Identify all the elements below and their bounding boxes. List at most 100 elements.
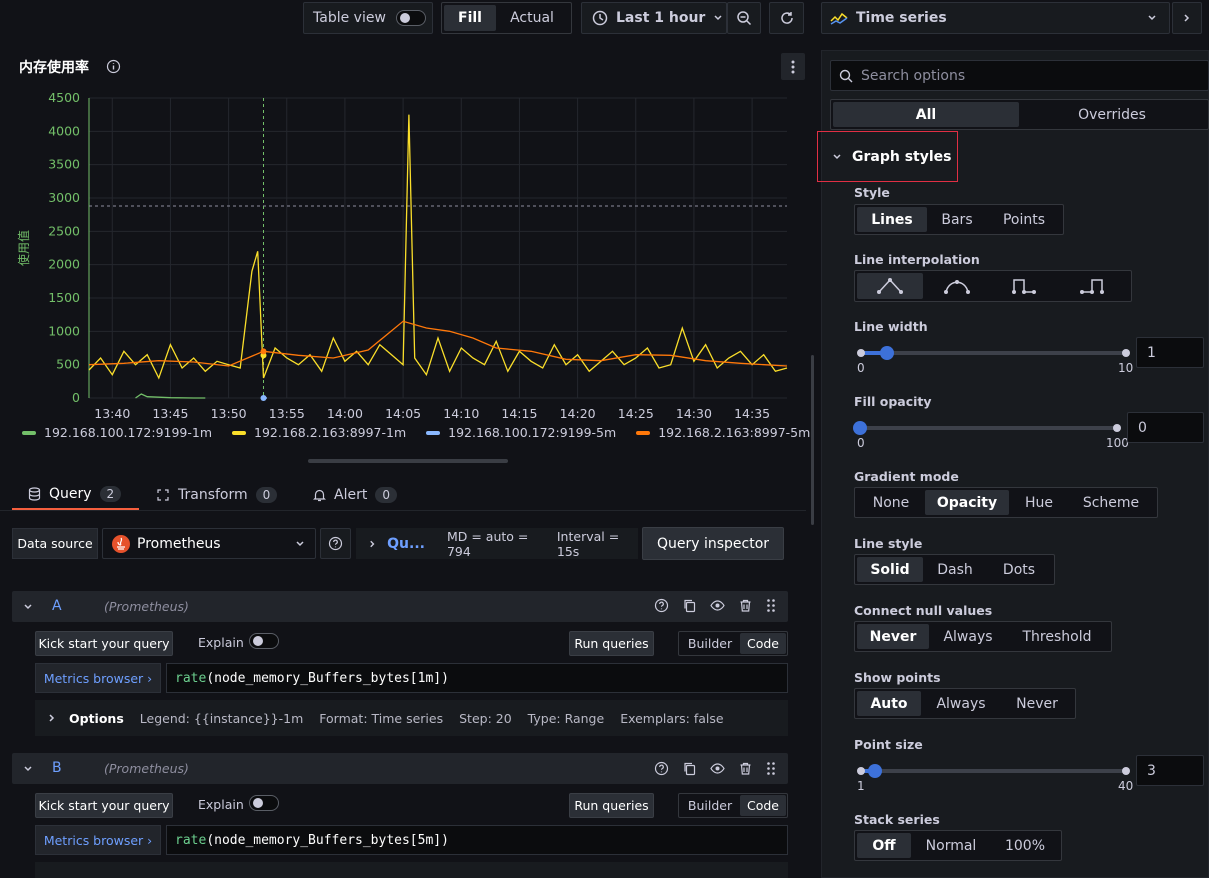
time-range-picker[interactable]: Last 1 hour <box>581 2 727 34</box>
legend-item[interactable]: 192.168.2.163:8997-5m <box>636 425 810 440</box>
tab-overrides[interactable]: Overrides <box>1019 102 1205 127</box>
query-b-ref[interactable]: B <box>52 760 62 776</box>
tab-all[interactable]: All <box>833 102 1019 127</box>
table-view-toggle[interactable]: Table view <box>303 2 433 34</box>
editor-scrollbar[interactable] <box>811 355 814 525</box>
gradient-none[interactable]: None <box>857 490 925 515</box>
trash-icon[interactable] <box>738 761 753 776</box>
gradient-scheme[interactable]: Scheme <box>1069 490 1153 515</box>
help-icon[interactable] <box>654 598 669 613</box>
fill-opacity-input[interactable]: 0 <box>1127 412 1204 443</box>
style-lines[interactable]: Lines <box>857 207 927 232</box>
resize-handle[interactable] <box>308 459 508 463</box>
copy-icon[interactable] <box>682 598 697 613</box>
search-options-input[interactable]: Search options <box>830 60 1209 91</box>
tab-query[interactable]: Query 2 <box>12 480 139 510</box>
query-options-row-a[interactable]: Options Legend: {{instance}}-1m Format: … <box>35 700 788 736</box>
connect-null-never[interactable]: Never <box>857 624 929 649</box>
eye-icon[interactable] <box>710 761 725 776</box>
query-inspector-button[interactable]: Query inspector <box>642 527 784 560</box>
style-points[interactable]: Points <box>987 207 1061 232</box>
drag-handle-icon[interactable] <box>766 761 776 776</box>
datasource-picker[interactable]: Prometheus <box>102 528 316 559</box>
connect-null-always[interactable]: Always <box>929 624 1007 649</box>
code-mode-a[interactable]: Code <box>740 633 786 654</box>
interpolation-step-after[interactable] <box>1057 273 1127 299</box>
run-queries-button-b[interactable]: Run queries <box>569 793 654 818</box>
kick-start-button-b[interactable]: Kick start your query <box>35 793 173 818</box>
stack-off[interactable]: Off <box>857 833 911 858</box>
gradient-hue[interactable]: Hue <box>1009 490 1069 515</box>
line-style-dots[interactable]: Dots <box>987 557 1051 582</box>
explain-toggle-b[interactable] <box>249 795 279 811</box>
info-icon[interactable] <box>106 59 121 74</box>
connect-null-threshold[interactable]: Threshold <box>1007 624 1107 649</box>
line-interpolation-selector[interactable] <box>854 270 1132 302</box>
trash-icon[interactable] <box>738 598 753 613</box>
builder-mode-b[interactable]: Builder <box>680 795 740 816</box>
fill-opacity-track[interactable] <box>860 426 1117 430</box>
code-mode-b[interactable]: Code <box>740 795 786 816</box>
interpolation-linear[interactable] <box>857 273 923 299</box>
eye-icon[interactable] <box>710 598 725 613</box>
show-points-selector[interactable]: Auto Always Never <box>854 688 1076 719</box>
options-tabs[interactable]: All Overrides <box>830 99 1209 130</box>
actual-option[interactable]: Actual <box>496 5 568 31</box>
line-style-dash[interactable]: Dash <box>923 557 987 582</box>
collapse-options-button[interactable] <box>1172 2 1202 34</box>
metrics-browser-a[interactable]: Metrics browser › <box>35 663 161 693</box>
show-points-auto[interactable]: Auto <box>857 691 921 716</box>
query-expression-a[interactable]: rate (node_memory_Buffers_bytes[1m]) <box>166 663 788 693</box>
query-a-ref[interactable]: A <box>52 598 62 614</box>
interpolation-step-before[interactable] <box>991 273 1057 299</box>
style-bars[interactable]: Bars <box>927 207 987 232</box>
fill-opacity-handle[interactable] <box>853 421 867 435</box>
stack-series-selector[interactable]: Off Normal 100% <box>854 830 1062 861</box>
kick-start-button-a[interactable]: Kick start your query <box>35 631 173 656</box>
line-width-handle[interactable] <box>880 346 894 360</box>
editor-mode-a[interactable]: Builder Code <box>678 631 788 656</box>
chevron-down-icon[interactable] <box>23 602 33 612</box>
interpolation-smooth[interactable] <box>923 273 991 299</box>
metrics-browser-b[interactable]: Metrics browser › <box>35 825 161 855</box>
legend-item[interactable]: 192.168.100.172:9199-1m <box>22 425 212 440</box>
builder-mode-a[interactable]: Builder <box>680 633 740 654</box>
legend-item[interactable]: 192.168.100.172:9199-5m <box>426 425 616 440</box>
table-view-switch[interactable] <box>395 10 426 26</box>
time-series-chart[interactable]: 0 500 1000 1500 2000 2500 3000 3500 4000 4500 13:4… <box>0 90 800 428</box>
graph-styles-section-header[interactable]: Graph styles <box>817 131 958 182</box>
show-points-always[interactable]: Always <box>921 691 1001 716</box>
tab-transform[interactable]: Transform 0 <box>156 480 278 510</box>
point-size-handle[interactable] <box>868 764 882 778</box>
query-expression-b[interactable]: rate (node_memory_Buffers_bytes[5m]) <box>166 825 788 855</box>
query-options-bar[interactable]: Qu... MD = auto = 794 Interval = 15s <box>356 528 638 559</box>
panel-menu-button[interactable] <box>781 53 805 80</box>
explain-toggle-a[interactable] <box>249 633 279 649</box>
tab-alert[interactable]: Alert 0 <box>313 480 397 510</box>
drag-handle-icon[interactable] <box>766 598 776 613</box>
line-width-input[interactable]: 1 <box>1136 337 1204 368</box>
visualization-picker[interactable]: Time series <box>821 2 1170 34</box>
copy-icon[interactable] <box>682 761 697 776</box>
style-selector[interactable]: Lines Bars Points <box>854 204 1064 235</box>
legend-item[interactable]: 192.168.2.163:8997-1m <box>232 425 406 440</box>
stack-100[interactable]: 100% <box>991 833 1059 858</box>
zoom-out-button[interactable] <box>727 2 761 34</box>
run-queries-button-a[interactable]: Run queries <box>569 631 654 656</box>
line-style-selector[interactable]: Solid Dash Dots <box>854 554 1055 585</box>
stack-normal[interactable]: Normal <box>911 833 991 858</box>
gradient-opacity[interactable]: Opacity <box>925 490 1009 515</box>
show-points-never[interactable]: Never <box>1001 691 1073 716</box>
connect-null-selector[interactable]: Never Always Threshold <box>854 621 1112 652</box>
editor-mode-b[interactable]: Builder Code <box>678 793 788 818</box>
line-width-track[interactable] <box>860 351 1126 355</box>
point-size-track[interactable] <box>860 769 1126 773</box>
datasource-help-button[interactable] <box>320 528 351 559</box>
help-icon[interactable] <box>654 761 669 776</box>
fill-actual-selector[interactable]: Fill Actual <box>441 2 572 34</box>
chevron-down-icon[interactable] <box>23 764 33 774</box>
refresh-button[interactable] <box>769 2 804 34</box>
point-size-input[interactable]: 3 <box>1136 755 1204 786</box>
query-options-row-b[interactable] <box>35 862 788 878</box>
line-style-solid[interactable]: Solid <box>857 557 923 582</box>
